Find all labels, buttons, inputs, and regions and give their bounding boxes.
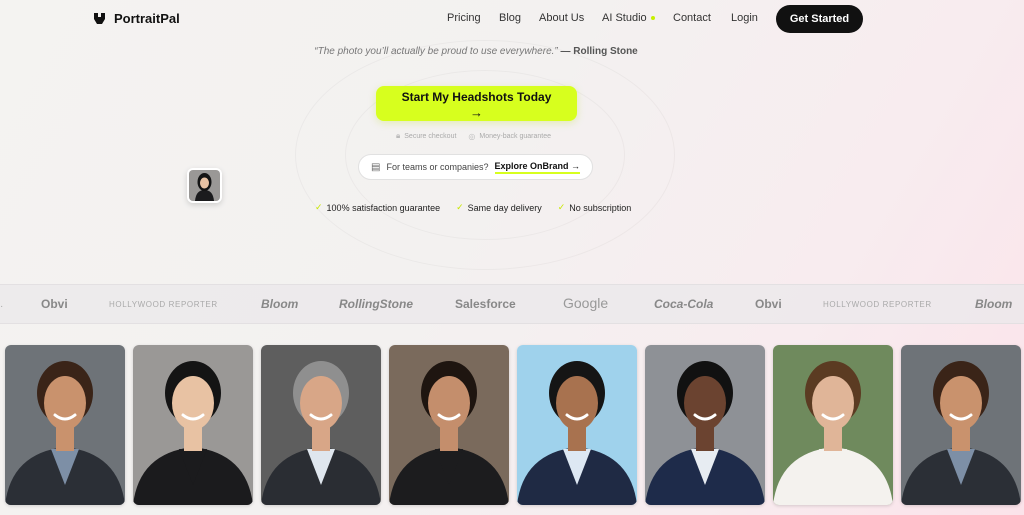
get-started-button[interactable]: Get Started <box>776 5 863 33</box>
nav-link-contact[interactable]: Contact <box>673 12 711 24</box>
nav-link-login[interactable]: Login <box>731 12 758 24</box>
benefit-checks: ✓ 100% satisfaction guarantee ✓ Same day d… <box>315 202 631 213</box>
press-logo-band: · Obvi HOLLYWOOD REPORTER Bloom RollingS… <box>0 284 1024 324</box>
building-icon: ▤ <box>371 161 381 173</box>
checkout-assurances: 🔒︎ Secure checkout ◎ Money-back guarantee <box>396 131 551 141</box>
nav-link-pricing[interactable]: Pricing <box>447 12 481 24</box>
quote-source: — Rolling Stone <box>560 46 638 57</box>
headshot-photo <box>517 345 637 505</box>
benefit-label: Same day delivery <box>467 202 542 213</box>
press-logo-bloom: Bloom <box>975 297 1013 311</box>
headshot-photo <box>133 345 253 505</box>
logo-icon <box>93 12 106 25</box>
teams-text: For teams or companies? <box>386 162 489 172</box>
benefit-item: ✓ No subscription <box>558 202 632 213</box>
headshot-photo <box>773 345 893 505</box>
press-logo-rolling-stone: RollingStone <box>339 297 413 311</box>
start-headshots-button[interactable]: Start My Headshots Today → <box>376 86 577 121</box>
check-icon: ✓ <box>456 202 464 212</box>
headshot-photo <box>5 345 125 505</box>
press-logo-coca-cola: Coca-Cola <box>654 297 714 311</box>
top-nav: PortraitPal Pricing Blog About Us AI Stu… <box>0 0 1024 38</box>
benefit-label: No subscription <box>569 202 632 213</box>
brand-logo[interactable]: PortraitPal <box>93 11 180 26</box>
check-icon: ✓ <box>315 202 323 212</box>
press-logo-obvi: Obvi <box>41 297 68 311</box>
lock-icon: 🔒︎ <box>396 131 401 140</box>
nav-link-blog[interactable]: Blog <box>499 12 521 24</box>
secure-checkout: 🔒︎ Secure checkout <box>396 131 456 141</box>
headshot-photo <box>389 345 509 505</box>
benefit-item: ✓ 100% satisfaction guarantee <box>315 202 440 213</box>
nav-link-about-us[interactable]: About Us <box>539 12 584 24</box>
press-logo-obvi: Obvi <box>755 297 782 311</box>
press-logo-hollywood-reporter: HOLLYWOOD REPORTER <box>109 300 218 309</box>
explore-onbrand-link[interactable]: Explore OnBrand → <box>494 161 581 174</box>
press-logo-hollywood-reporter: HOLLYWOOD REPORTER <box>823 300 932 309</box>
headshot-photo <box>261 345 381 505</box>
floating-avatar <box>187 168 222 203</box>
arrow-right-icon: → <box>470 104 483 120</box>
logo-fragment: · <box>0 301 4 312</box>
benefit-label: 100% satisfaction guarantee <box>326 202 441 213</box>
quote-text: “The photo you’ll actually be proud to u… <box>314 46 558 57</box>
check-icon: ✓ <box>557 202 566 212</box>
press-logo-google: Google <box>563 295 609 311</box>
teams-pill[interactable]: ▤ For teams or companies? Explore OnBran… <box>358 154 593 180</box>
secure-checkout-label: Secure checkout <box>404 132 457 140</box>
new-dot-icon <box>650 16 655 21</box>
start-headshots-label: Start My Headshots Today <box>401 89 552 104</box>
press-logo-bloom: Bloom <box>261 297 299 311</box>
press-logo-salesforce: Salesforce <box>455 297 516 311</box>
nav-link-ai-studio-label: AI Studio <box>602 12 647 24</box>
money-back: ◎ Money-back guarantee <box>468 131 551 141</box>
money-back-label: Money-back guarantee <box>479 132 552 140</box>
shield-icon: ◎ <box>468 131 476 141</box>
headshot-photo <box>901 345 1021 505</box>
brand-name: PortraitPal <box>114 11 180 26</box>
benefit-item: ✓ Same day delivery <box>456 202 542 213</box>
headshot-photo <box>645 345 765 505</box>
nav-link-ai-studio[interactable]: AI Studio <box>602 12 655 24</box>
press-quote: “The photo you’ll actually be proud to u… <box>0 46 952 57</box>
